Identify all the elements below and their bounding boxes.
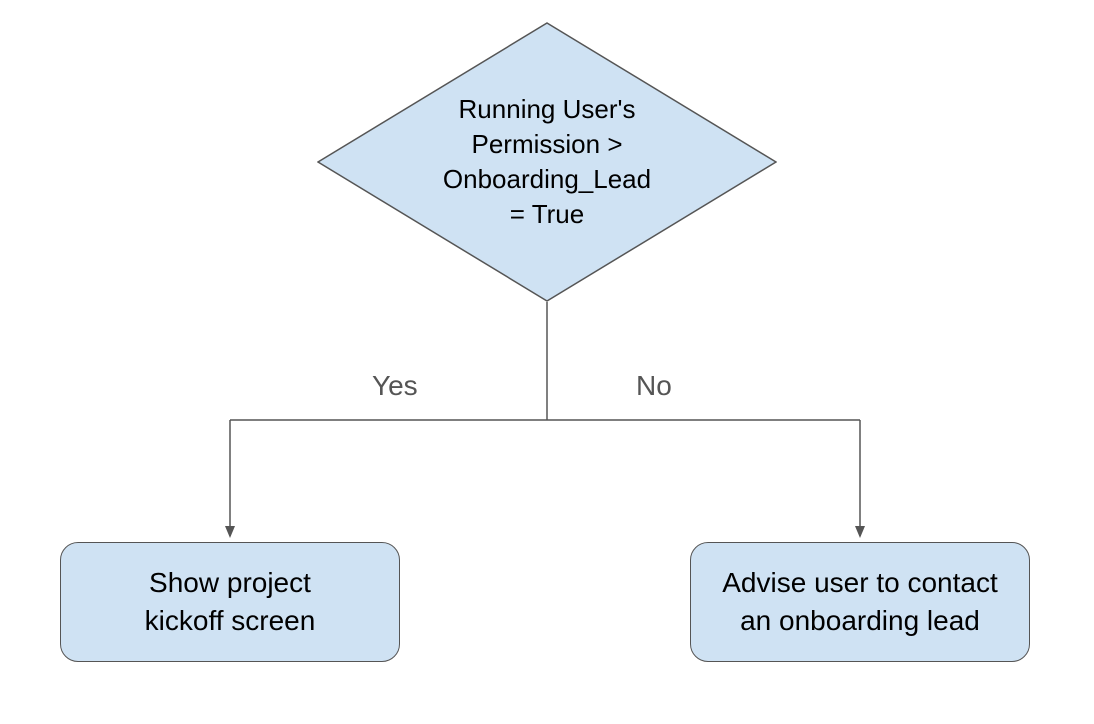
outcome-no-line-2: an onboarding lead — [722, 602, 997, 640]
decision-node: Running User's Permission > Onboarding_L… — [317, 22, 777, 302]
decision-line-2: Permission > — [407, 127, 687, 162]
branch-label-no: No — [636, 370, 672, 402]
outcome-no-node: Advise user to contact an onboarding lea… — [690, 542, 1030, 662]
decision-text: Running User's Permission > Onboarding_L… — [407, 92, 687, 232]
outcome-yes-node: Show project kickoff screen — [60, 542, 400, 662]
outcome-yes-text: Show project kickoff screen — [145, 564, 316, 640]
outcome-no-line-1: Advise user to contact — [722, 564, 997, 602]
outcome-no-text: Advise user to contact an onboarding lea… — [722, 564, 997, 640]
outcome-yes-line-1: Show project — [145, 564, 316, 602]
decision-line-1: Running User's — [407, 92, 687, 127]
branch-label-yes: Yes — [372, 370, 418, 402]
outcome-yes-line-2: kickoff screen — [145, 602, 316, 640]
decision-line-4: = True — [407, 197, 687, 232]
decision-line-3: Onboarding_Lead — [407, 162, 687, 197]
